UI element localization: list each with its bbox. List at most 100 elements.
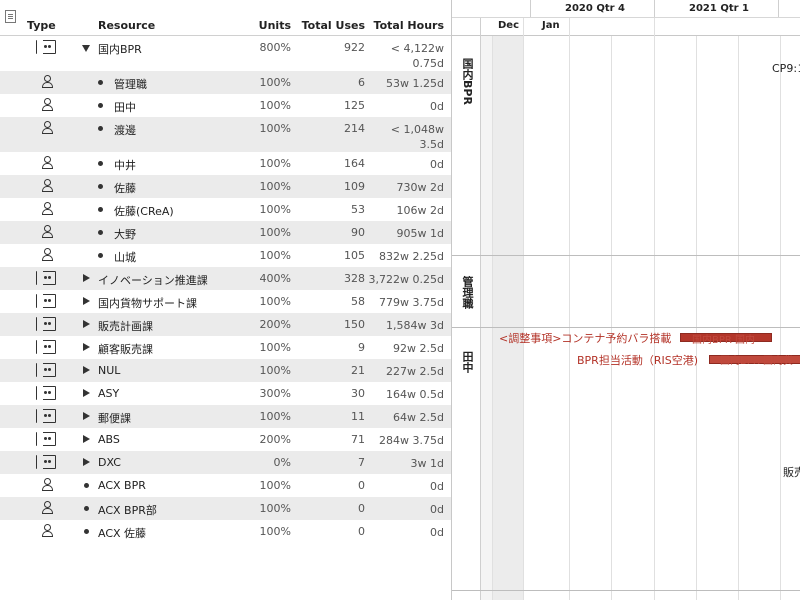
resource-name[interactable]: イノベーション推進課 [98, 272, 208, 288]
expand-triangle-icon[interactable] [83, 297, 90, 305]
total-uses-value[interactable]: 164 [344, 157, 365, 170]
resource-name[interactable]: 郵便課 [98, 410, 131, 426]
expand-triangle-icon[interactable] [83, 389, 90, 397]
table-row[interactable]: 管理職 100% 6 53w 1.25d [0, 71, 451, 94]
total-hours-value[interactable]: 92w 2.5d [393, 341, 444, 356]
units-value[interactable]: 100% [260, 180, 291, 193]
table-row[interactable]: イノベーション推進課 400% 328 3,722w 0.25d [0, 267, 451, 290]
units-value[interactable]: 100% [260, 226, 291, 239]
table-row[interactable]: ACX BPR 100% 0 0d [0, 474, 451, 497]
task-label[interactable]: <調整事項>コンテナ予約バラ搭載 [499, 330, 671, 346]
resource-name[interactable]: ACX BPR部 [98, 502, 157, 518]
total-uses-value[interactable]: 105 [344, 249, 365, 262]
total-uses-value[interactable]: 7 [358, 456, 365, 469]
total-hours-value[interactable]: 106w 2d [397, 203, 444, 218]
expand-triangle-icon[interactable] [83, 274, 90, 282]
table-row[interactable]: NUL 100% 21 227w 2.5d [0, 359, 451, 382]
total-uses-value[interactable]: 90 [351, 226, 365, 239]
units-value[interactable]: 100% [260, 99, 291, 112]
resource-name[interactable]: 佐藤(CReA) [114, 203, 174, 219]
table-row[interactable]: 販売計画課 200% 150 1,584w 3d [0, 313, 451, 336]
units-value[interactable]: 300% [260, 387, 291, 400]
total-hours-value[interactable]: 0d [430, 99, 444, 114]
expand-triangle-icon[interactable] [83, 320, 90, 328]
table-row[interactable]: ABS 200% 71 284w 3.75d [0, 428, 451, 451]
resource-name[interactable]: ACX BPR [98, 479, 146, 492]
resource-name[interactable]: ACX 佐藤 [98, 525, 146, 541]
units-value[interactable]: 100% [260, 410, 291, 423]
units-value[interactable]: 400% [260, 272, 291, 285]
resource-name[interactable]: 中井 [114, 157, 136, 173]
table-row[interactable]: 顧客販売課 100% 9 92w 2.5d [0, 336, 451, 359]
expand-triangle-icon[interactable] [83, 412, 90, 420]
expand-triangle-icon[interactable] [83, 458, 90, 466]
expand-triangle-icon[interactable] [83, 343, 90, 351]
resource-name[interactable]: 大野 [114, 226, 136, 242]
total-hours-value[interactable]: 779w 3.75d [379, 295, 444, 310]
resource-name[interactable]: 国内BPR [98, 41, 142, 57]
units-value[interactable]: 100% [260, 502, 291, 515]
table-row[interactable]: 佐藤(CReA) 100% 53 106w 2d [0, 198, 451, 221]
resource-name[interactable]: 田中 [114, 99, 136, 115]
units-value[interactable]: 100% [260, 76, 291, 89]
resource-name[interactable]: NUL [98, 364, 120, 377]
table-row[interactable]: 中井 100% 164 0d [0, 152, 451, 175]
total-uses-value[interactable]: 11 [351, 410, 365, 423]
total-uses-value[interactable]: 0 [358, 479, 365, 492]
total-uses-value[interactable]: 9 [358, 341, 365, 354]
units-value[interactable]: 800% [260, 41, 291, 54]
resource-name[interactable]: 佐藤 [114, 180, 136, 196]
table-row[interactable]: ACX BPR部 100% 0 0d [0, 497, 451, 520]
units-value[interactable]: 100% [260, 249, 291, 262]
table-row[interactable]: 国内貨物サポート課 100% 58 779w 3.75d [0, 290, 451, 313]
collapse-triangle-icon[interactable] [82, 45, 90, 52]
total-uses-value[interactable]: 0 [358, 525, 365, 538]
total-hours-value[interactable]: 905w 1d [397, 226, 444, 241]
expand-triangle-icon[interactable] [83, 435, 90, 443]
milestone-label[interactable]: CP9:コ [772, 60, 800, 76]
table-row[interactable]: ASY 300% 30 164w 0.5d [0, 382, 451, 405]
units-value[interactable]: 0% [274, 456, 291, 469]
total-uses-value[interactable]: 53 [351, 203, 365, 216]
col-header-total-hours[interactable]: Total Hours [374, 19, 444, 32]
total-hours-value[interactable]: 1,584w 3d [386, 318, 444, 333]
resource-name[interactable]: 渡邊 [114, 122, 136, 138]
total-uses-value[interactable]: 21 [351, 364, 365, 377]
total-hours-value[interactable]: 284w 3.75d [379, 433, 444, 448]
total-uses-value[interactable]: 0 [358, 502, 365, 515]
resource-name[interactable]: 販売計画課 [98, 318, 153, 334]
table-row[interactable]: 国内BPR 800% 922 < 4,122w 0.75d [0, 36, 451, 71]
col-header-resource[interactable]: Resource [98, 19, 155, 32]
col-header-units[interactable]: Units [259, 19, 291, 32]
expand-triangle-icon[interactable] [83, 366, 90, 374]
resource-name[interactable]: 顧客販売課 [98, 341, 153, 357]
total-uses-value[interactable]: 109 [344, 180, 365, 193]
units-value[interactable]: 100% [260, 295, 291, 308]
units-value[interactable]: 100% [260, 122, 291, 135]
table-row[interactable]: DXC 0% 7 3w 1d [0, 451, 451, 474]
table-row[interactable]: 田中 100% 125 0d [0, 94, 451, 117]
total-hours-value[interactable]: 832w 2.25d [379, 249, 444, 264]
col-header-total-uses[interactable]: Total Uses [302, 19, 365, 32]
resource-name[interactable]: 管理職 [114, 76, 147, 92]
resource-name[interactable]: 国内貨物サポート課 [98, 295, 197, 311]
total-uses-value[interactable]: 125 [344, 99, 365, 112]
total-hours-value[interactable]: 64w 2.5d [393, 410, 444, 425]
task-label[interactable]: BPR担当活動（RIS空港) [577, 352, 698, 368]
total-hours-value[interactable]: 53w 1.25d [386, 76, 444, 91]
total-hours-value[interactable]: 0d [430, 502, 444, 517]
total-uses-value[interactable]: 58 [351, 295, 365, 308]
total-hours-value[interactable]: 164w 0.5d [386, 387, 444, 402]
total-uses-value[interactable]: 214 [344, 122, 365, 135]
table-row[interactable]: ACX 佐藤 100% 0 0d [0, 520, 451, 543]
units-value[interactable]: 200% [260, 433, 291, 446]
units-value[interactable]: 100% [260, 341, 291, 354]
total-hours-value[interactable]: 0d [430, 525, 444, 540]
col-header-type[interactable]: Type [27, 19, 56, 32]
total-hours-value[interactable]: 3,722w 0.25d [369, 272, 444, 287]
total-hours-value[interactable]: < 1,048w 3.5d [391, 122, 444, 152]
total-hours-value[interactable]: 0d [430, 157, 444, 172]
document-icon[interactable] [5, 10, 16, 23]
resource-name[interactable]: DXC [98, 456, 121, 469]
units-value[interactable]: 100% [260, 364, 291, 377]
